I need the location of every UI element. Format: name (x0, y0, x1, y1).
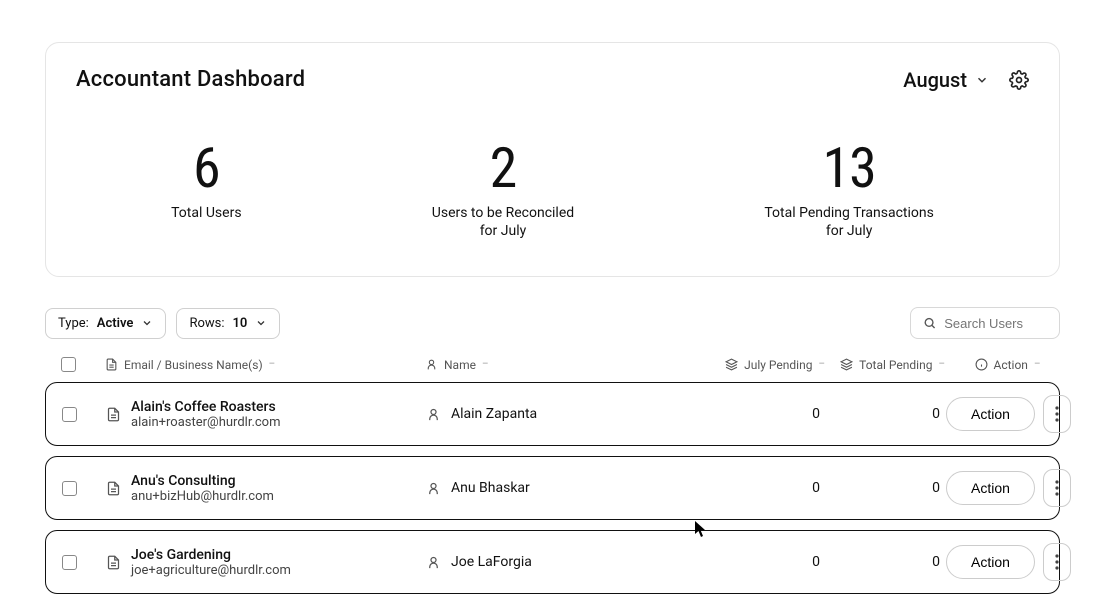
kebab-icon (1055, 554, 1059, 570)
document-icon (106, 407, 121, 422)
settings-button[interactable] (1009, 70, 1029, 90)
col-july-pending[interactable]: July Pending – (705, 358, 825, 372)
row-menu-button[interactable] (1043, 395, 1071, 433)
col-total-label: Total Pending (859, 358, 932, 372)
action-button[interactable]: Action (946, 471, 1035, 505)
search-box[interactable] (910, 307, 1060, 339)
total-pending-value: 0 (826, 554, 946, 570)
chevron-down-icon (255, 317, 267, 329)
user-name: Alain Zapanta (451, 406, 537, 422)
business-name: Alain's Coffee Roasters (131, 399, 281, 415)
rows-filter-value: 10 (233, 316, 248, 331)
row-menu-button[interactable] (1043, 469, 1071, 507)
stack-icon (840, 358, 853, 371)
info-icon (975, 358, 988, 371)
type-filter-label: Type: (58, 316, 89, 331)
search-input[interactable] (944, 316, 1047, 331)
table-row: Anu's Consulting anu+bizHub@hurdlr.com A… (45, 456, 1060, 520)
month-label: August (903, 68, 967, 92)
july-pending-value: 0 (706, 406, 826, 422)
user-icon (426, 555, 441, 570)
summary-card: Accountant Dashboard August 6 Total User… (45, 42, 1060, 277)
stat-value: 13 (764, 140, 933, 196)
stat-value: 6 (171, 140, 241, 196)
row-checkbox[interactable] (62, 555, 77, 570)
gear-icon (1009, 70, 1029, 90)
chevron-down-icon (975, 73, 989, 87)
user-name: Joe LaForgia (451, 554, 532, 570)
col-name-label: Name (444, 358, 476, 372)
col-july-label: July Pending (744, 358, 812, 372)
type-filter-value: Active (97, 316, 134, 331)
col-email[interactable]: Email / Business Name(s) – (105, 358, 425, 372)
document-icon (105, 358, 118, 371)
col-name[interactable]: Name – (425, 358, 705, 372)
business-email: anu+bizHub@hurdlr.com (131, 489, 274, 504)
user-icon (426, 407, 441, 422)
chevron-down-icon (141, 317, 153, 329)
page-title: Accountant Dashboard (76, 67, 305, 92)
rows-filter[interactable]: Rows: 10 (176, 308, 280, 339)
table-header: Email / Business Name(s) – Name – July P… (45, 357, 1060, 382)
stat-value: 2 (432, 140, 574, 196)
action-button[interactable]: Action (946, 545, 1035, 579)
july-pending-value: 0 (706, 480, 826, 496)
table-row: Joe's Gardening joe+agriculture@hurdlr.c… (45, 530, 1060, 594)
col-action[interactable]: Action – (945, 358, 1070, 372)
stat-users-reconciled: 2 Users to be Reconciled for July (432, 140, 574, 240)
rows-filter-label: Rows: (189, 316, 224, 331)
select-all-checkbox[interactable] (61, 357, 76, 372)
kebab-icon (1055, 406, 1059, 422)
col-action-label: Action (994, 358, 1028, 372)
stat-label: Total Pending Transactions for July (764, 204, 933, 240)
sort-icon: – (1034, 359, 1041, 370)
business-email: joe+agriculture@hurdlr.com (131, 563, 291, 578)
user-icon (425, 358, 438, 371)
sort-icon: – (269, 359, 276, 370)
month-picker[interactable]: August (903, 68, 989, 92)
stat-label: Users to be Reconciled for July (432, 204, 574, 240)
stat-label: Total Users (171, 204, 241, 222)
sort-icon: – (482, 359, 489, 370)
kebab-icon (1055, 480, 1059, 496)
stack-icon (725, 358, 738, 371)
document-icon (106, 481, 121, 496)
table-row: Alain's Coffee Roasters alain+roaster@hu… (45, 382, 1060, 446)
total-pending-value: 0 (826, 406, 946, 422)
document-icon (106, 555, 121, 570)
row-menu-button[interactable] (1043, 543, 1071, 581)
action-button[interactable]: Action (946, 397, 1035, 431)
stat-total-users: 6 Total Users (171, 140, 241, 240)
user-icon (426, 481, 441, 496)
col-email-label: Email / Business Name(s) (124, 358, 263, 372)
business-name: Joe's Gardening (131, 547, 291, 563)
col-total-pending[interactable]: Total Pending – (825, 358, 945, 372)
business-name: Anu's Consulting (131, 473, 274, 489)
user-name: Anu Bhaskar (451, 480, 530, 496)
business-email: alain+roaster@hurdlr.com (131, 415, 281, 430)
stat-pending-transactions: 13 Total Pending Transactions for July (764, 140, 933, 240)
row-checkbox[interactable] (62, 407, 77, 422)
july-pending-value: 0 (706, 554, 826, 570)
type-filter[interactable]: Type: Active (45, 308, 166, 339)
total-pending-value: 0 (826, 480, 946, 496)
search-icon (923, 315, 936, 331)
row-checkbox[interactable] (62, 481, 77, 496)
